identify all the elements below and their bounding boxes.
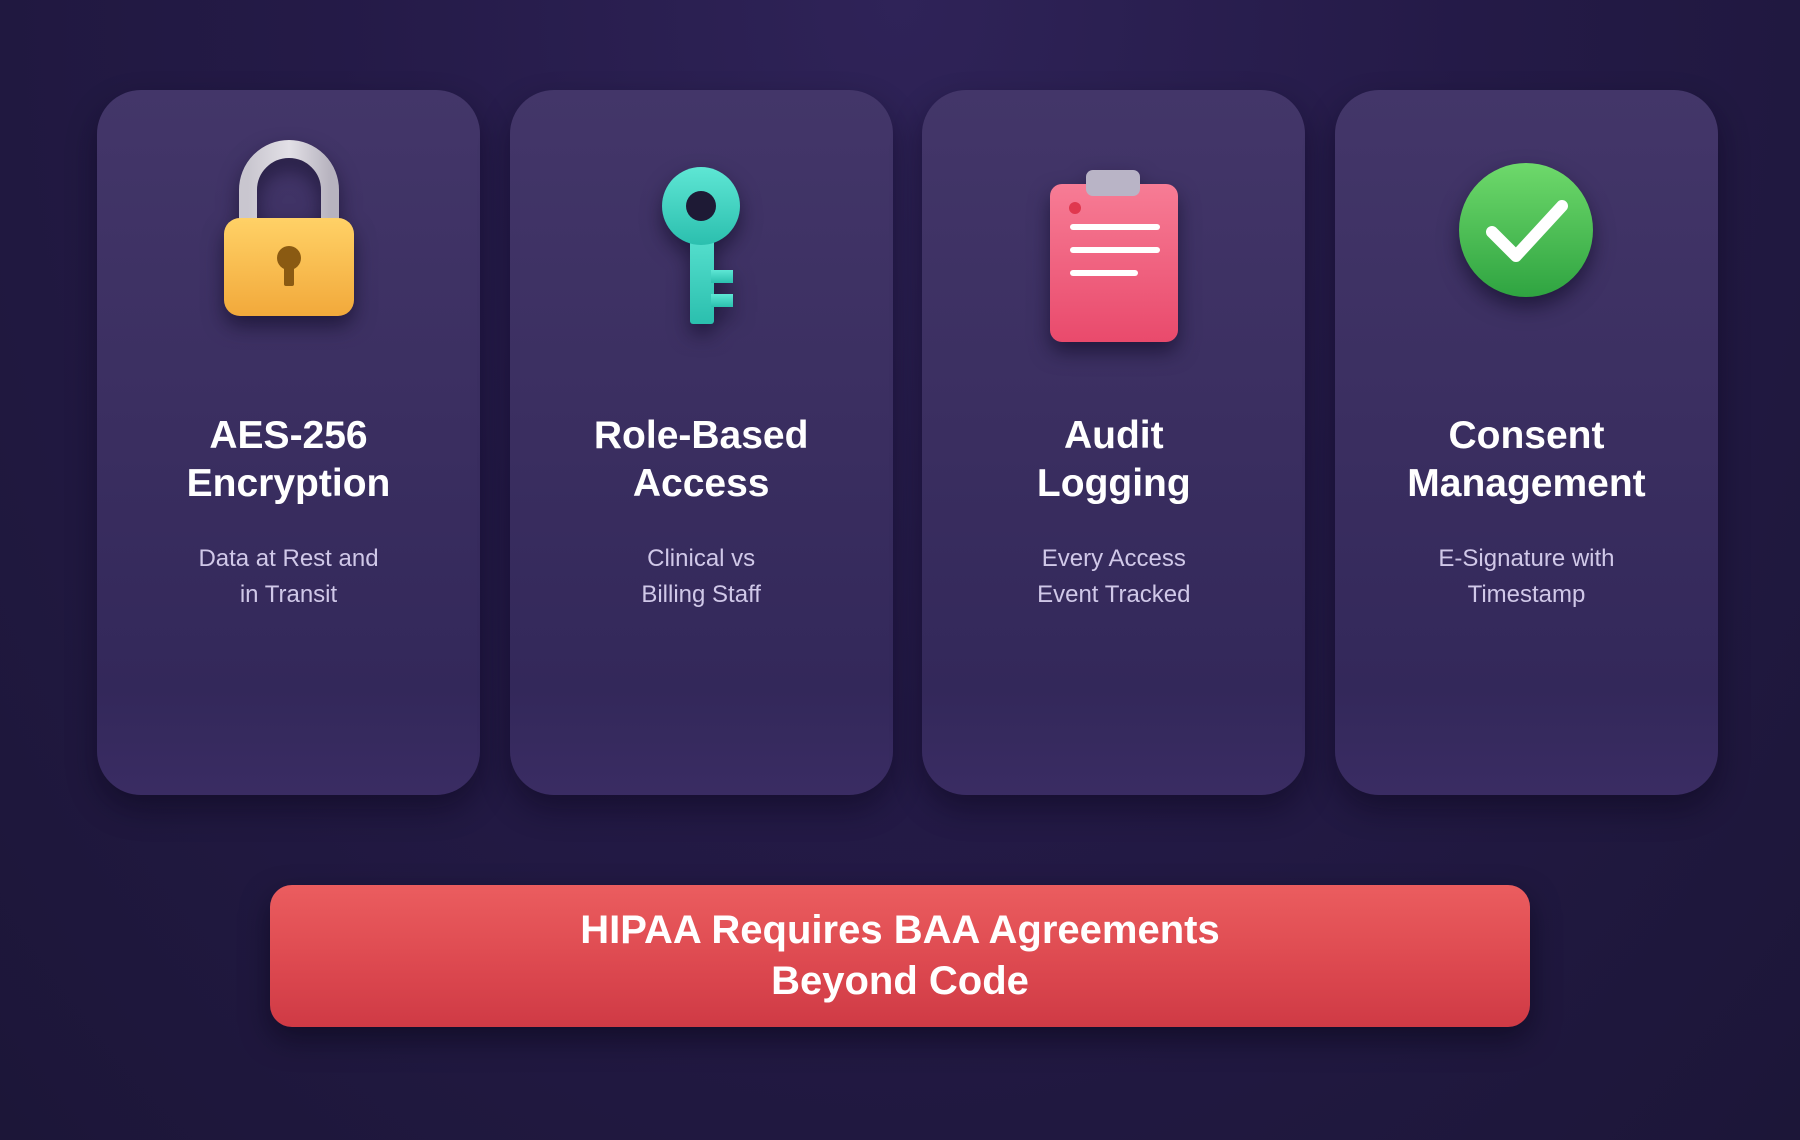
subtitle-line-2: Event Tracked	[1037, 581, 1191, 608]
card-subtitle: Data at Rest and in Transit	[137, 541, 440, 613]
checkmark-circle-icon	[1459, 163, 1594, 297]
title-line-1: AES-256	[209, 414, 368, 457]
card-title: Audit Logging	[932, 412, 1295, 508]
access-icon-area	[510, 110, 893, 350]
title-line-1: Consent	[1448, 414, 1605, 457]
card-subtitle: E-Signature with Timestamp	[1375, 541, 1678, 613]
title-line-2: Access	[632, 462, 770, 505]
card-title: Consent Management	[1345, 412, 1708, 508]
subtitle-line-1: E-Signature with	[1438, 545, 1615, 572]
subtitle-line-1: Data at Rest and	[198, 545, 379, 572]
hipaa-banner: HIPAA Requires BAA Agreements Beyond Cod…	[270, 885, 1530, 1027]
banner-text: HIPAA Requires BAA Agreements Beyond Cod…	[580, 905, 1219, 1007]
key-icon	[662, 167, 741, 324]
banner-line-2: Beyond Code	[771, 959, 1029, 1003]
feature-cards: AES-256 Encryption Data at Rest and in T…	[97, 90, 1718, 795]
card-consent-management: Consent Management E-Signature with Time…	[1334, 90, 1718, 795]
card-subtitle: Every Access Event Tracked	[962, 541, 1265, 613]
subtitle-line-2: Timestamp	[1467, 581, 1586, 608]
card-title: AES-256 Encryption	[107, 412, 470, 508]
subtitle-line-2: in Transit	[239, 581, 338, 608]
subtitle-line-2: Billing Staff	[641, 581, 761, 608]
encryption-icon-area	[97, 110, 480, 350]
title-line-1: Audit	[1063, 414, 1164, 457]
title-line-2: Logging	[1036, 462, 1191, 505]
subtitle-line-1: Clinical vs	[647, 545, 756, 572]
card-encryption: AES-256 Encryption Data at Rest and in T…	[97, 90, 480, 795]
card-audit-logging: Audit Logging Every Access Event Tracked	[922, 90, 1306, 795]
card-title: Role-Based Access	[520, 412, 883, 508]
title-line-2: Management	[1407, 462, 1646, 505]
card-role-based-access: Role-Based Access Clinical vs Billing St…	[509, 90, 893, 795]
subtitle-line-1: Every Access	[1041, 545, 1186, 572]
audit-icon-area	[922, 110, 1305, 350]
title-line-1: Role-Based	[593, 414, 809, 457]
title-line-2: Encryption	[186, 462, 391, 505]
card-subtitle: Clinical vs Billing Staff	[550, 541, 853, 613]
lock-icon	[223, 140, 354, 316]
consent-icon-area	[1335, 110, 1718, 350]
clipboard-icon	[1049, 170, 1178, 342]
banner-line-1: HIPAA Requires BAA Agreements	[580, 908, 1220, 952]
